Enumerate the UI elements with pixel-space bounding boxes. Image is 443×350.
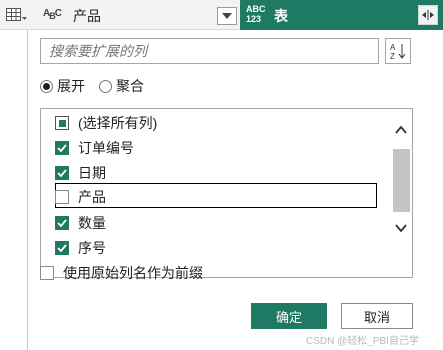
- column-header-bar: ABC 产品 ABC 123 表: [0, 0, 443, 30]
- checkbox-unchecked[interactable]: [55, 190, 69, 204]
- sort-az-icon: A Z: [390, 43, 406, 60]
- select-all-checkbox[interactable]: [55, 116, 69, 130]
- aggregate-radio[interactable]: [99, 79, 112, 93]
- checkmark-icon: [57, 144, 67, 152]
- prefix-checkbox[interactable]: [40, 266, 54, 280]
- list-item-label: 序号: [78, 240, 106, 256]
- list-item-quantity[interactable]: 数量: [55, 212, 106, 234]
- ok-button[interactable]: 确定: [251, 303, 327, 329]
- column-name-product: 产品: [73, 8, 101, 24]
- list-item-label: 数量: [78, 215, 106, 231]
- prefix-option[interactable]: 使用原始列名作为前缀: [40, 263, 203, 283]
- any-type-icon: ABC 123: [246, 4, 266, 24]
- expand-arrows-icon: [422, 10, 434, 20]
- list-item-order-id[interactable]: 订单编号: [55, 137, 134, 159]
- checkbox-checked[interactable]: [55, 241, 69, 255]
- cancel-button[interactable]: 取消: [341, 303, 413, 329]
- checkmark-icon: [57, 169, 67, 177]
- list-item-label: 订单编号: [78, 140, 134, 156]
- active-column-name: 表: [274, 8, 288, 24]
- checkbox-checked[interactable]: [55, 216, 69, 230]
- active-column-header[interactable]: ABC 123 表: [240, 0, 443, 30]
- expand-column-popup: A Z 展开 聚合 (选择所有列) 订单编号 日期: [27, 30, 443, 350]
- list-item-label: (选择所有列): [78, 115, 158, 131]
- list-item-label: 产品: [78, 189, 106, 205]
- expand-radio[interactable]: [40, 79, 53, 93]
- checkmark-icon: [57, 244, 67, 252]
- mode-radio-group: 展开 聚合: [40, 76, 158, 96]
- checkbox-checked[interactable]: [55, 166, 69, 180]
- list-item-label: 日期: [78, 165, 106, 181]
- expand-radio-label[interactable]: 展开: [57, 76, 85, 96]
- list-item-index[interactable]: 序号: [55, 237, 106, 259]
- expand-column-button[interactable]: [418, 5, 438, 25]
- list-scrollbar[interactable]: [390, 109, 412, 277]
- checkmark-icon: [57, 219, 67, 227]
- watermark: CSDN @轻松_PBI自己学: [306, 336, 419, 347]
- prefix-label: 使用原始列名作为前缀: [63, 265, 203, 281]
- svg-text:Z: Z: [390, 52, 395, 60]
- chevron-down-icon: [222, 13, 232, 19]
- text-type-icon[interactable]: ABC: [43, 8, 62, 21]
- svg-text:A: A: [390, 43, 396, 52]
- list-item-product[interactable]: 产品: [55, 186, 106, 208]
- checkbox-checked[interactable]: [55, 141, 69, 155]
- column-filter-dropdown[interactable]: [217, 7, 237, 25]
- table-icon[interactable]: [6, 8, 28, 24]
- list-item-select-all[interactable]: (选择所有列): [55, 112, 157, 134]
- column-search-input[interactable]: [40, 38, 379, 64]
- sort-az-button[interactable]: A Z: [385, 38, 411, 64]
- list-item-date[interactable]: 日期: [55, 162, 106, 184]
- aggregate-radio-label[interactable]: 聚合: [116, 76, 144, 96]
- scroll-down-icon[interactable]: [394, 221, 408, 235]
- scroll-up-icon[interactable]: [394, 123, 408, 137]
- scroll-thumb[interactable]: [393, 149, 410, 212]
- column-list: (选择所有列) 订单编号 日期 产品 数量 序号: [40, 108, 413, 278]
